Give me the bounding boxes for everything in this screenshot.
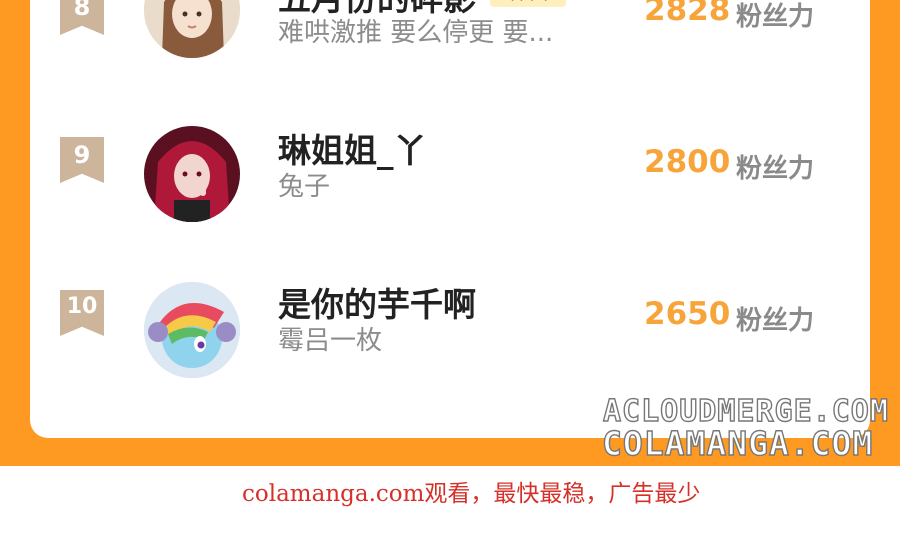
footer-notice[interactable]: colamanga.com观看，最快最稳，广告最少 xyxy=(242,474,700,508)
user-name[interactable]: 琳姐姐_丫 xyxy=(278,124,427,172)
ranking-row[interactable]: 9 琳姐姐_丫 兔子 2800 粉丝力 xyxy=(30,124,870,234)
avatar-girl-red-hair xyxy=(144,126,240,222)
fan-score-unit: 粉丝力 xyxy=(736,154,815,184)
ranking-row[interactable]: 8 五月份的碎影 神仙 难哄激推 要么停更 要... 2828 粉丝力 xyxy=(30,0,870,82)
avatar-girl-brown-hair xyxy=(144,0,240,58)
fan-score: 2800 xyxy=(644,144,731,180)
fan-score: 2650 xyxy=(644,296,731,332)
watermark-colamanga: COLAMANGA.COM xyxy=(601,423,874,463)
fan-score: 2828 xyxy=(644,0,731,28)
title-badge: 神仙 xyxy=(490,0,566,7)
user-name[interactable]: 是你的芋千啊 xyxy=(278,278,476,326)
user-subtitle: 兔子 xyxy=(278,172,331,202)
rank-badge: 8 xyxy=(60,0,104,35)
ranking-row[interactable]: 10 是你的芋千啊 霉吕一枚 2650 粉丝力 xyxy=(30,278,870,388)
avatar[interactable] xyxy=(144,282,240,378)
rank-badge: 9 xyxy=(60,137,104,183)
avatar-pony xyxy=(144,282,240,378)
avatar[interactable] xyxy=(144,126,240,222)
rank-badge: 10 xyxy=(60,290,104,336)
fan-score-unit: 粉丝力 xyxy=(736,306,815,336)
user-subtitle: 霉吕一枚 xyxy=(278,326,383,356)
ranking-card: 8 五月份的碎影 神仙 难哄激推 要么停更 要... 2828 粉丝力 9 xyxy=(30,0,870,438)
user-subtitle: 难哄激推 要么停更 要... xyxy=(278,18,554,48)
fan-score-unit: 粉丝力 xyxy=(736,2,815,32)
avatar[interactable] xyxy=(144,0,240,58)
